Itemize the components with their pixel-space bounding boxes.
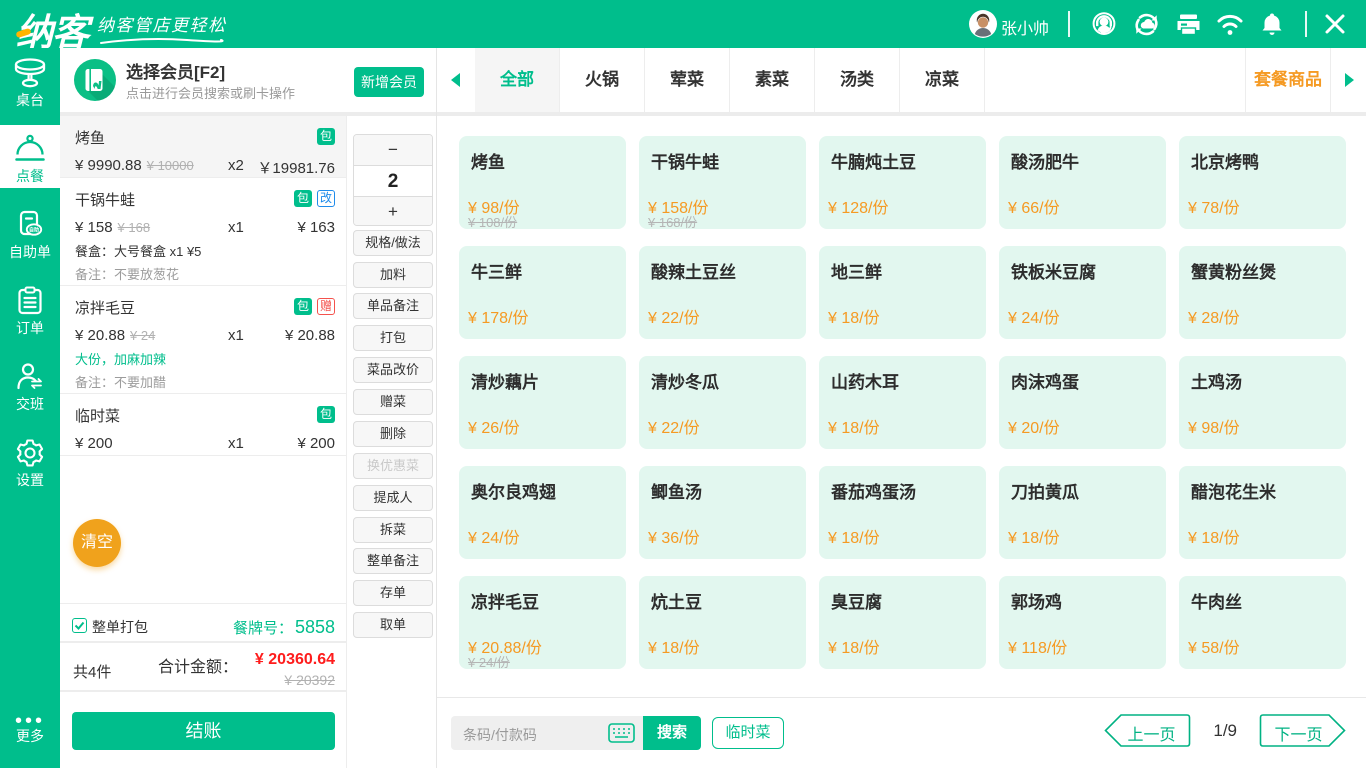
svg-text:自助: 自助 [29,227,39,234]
